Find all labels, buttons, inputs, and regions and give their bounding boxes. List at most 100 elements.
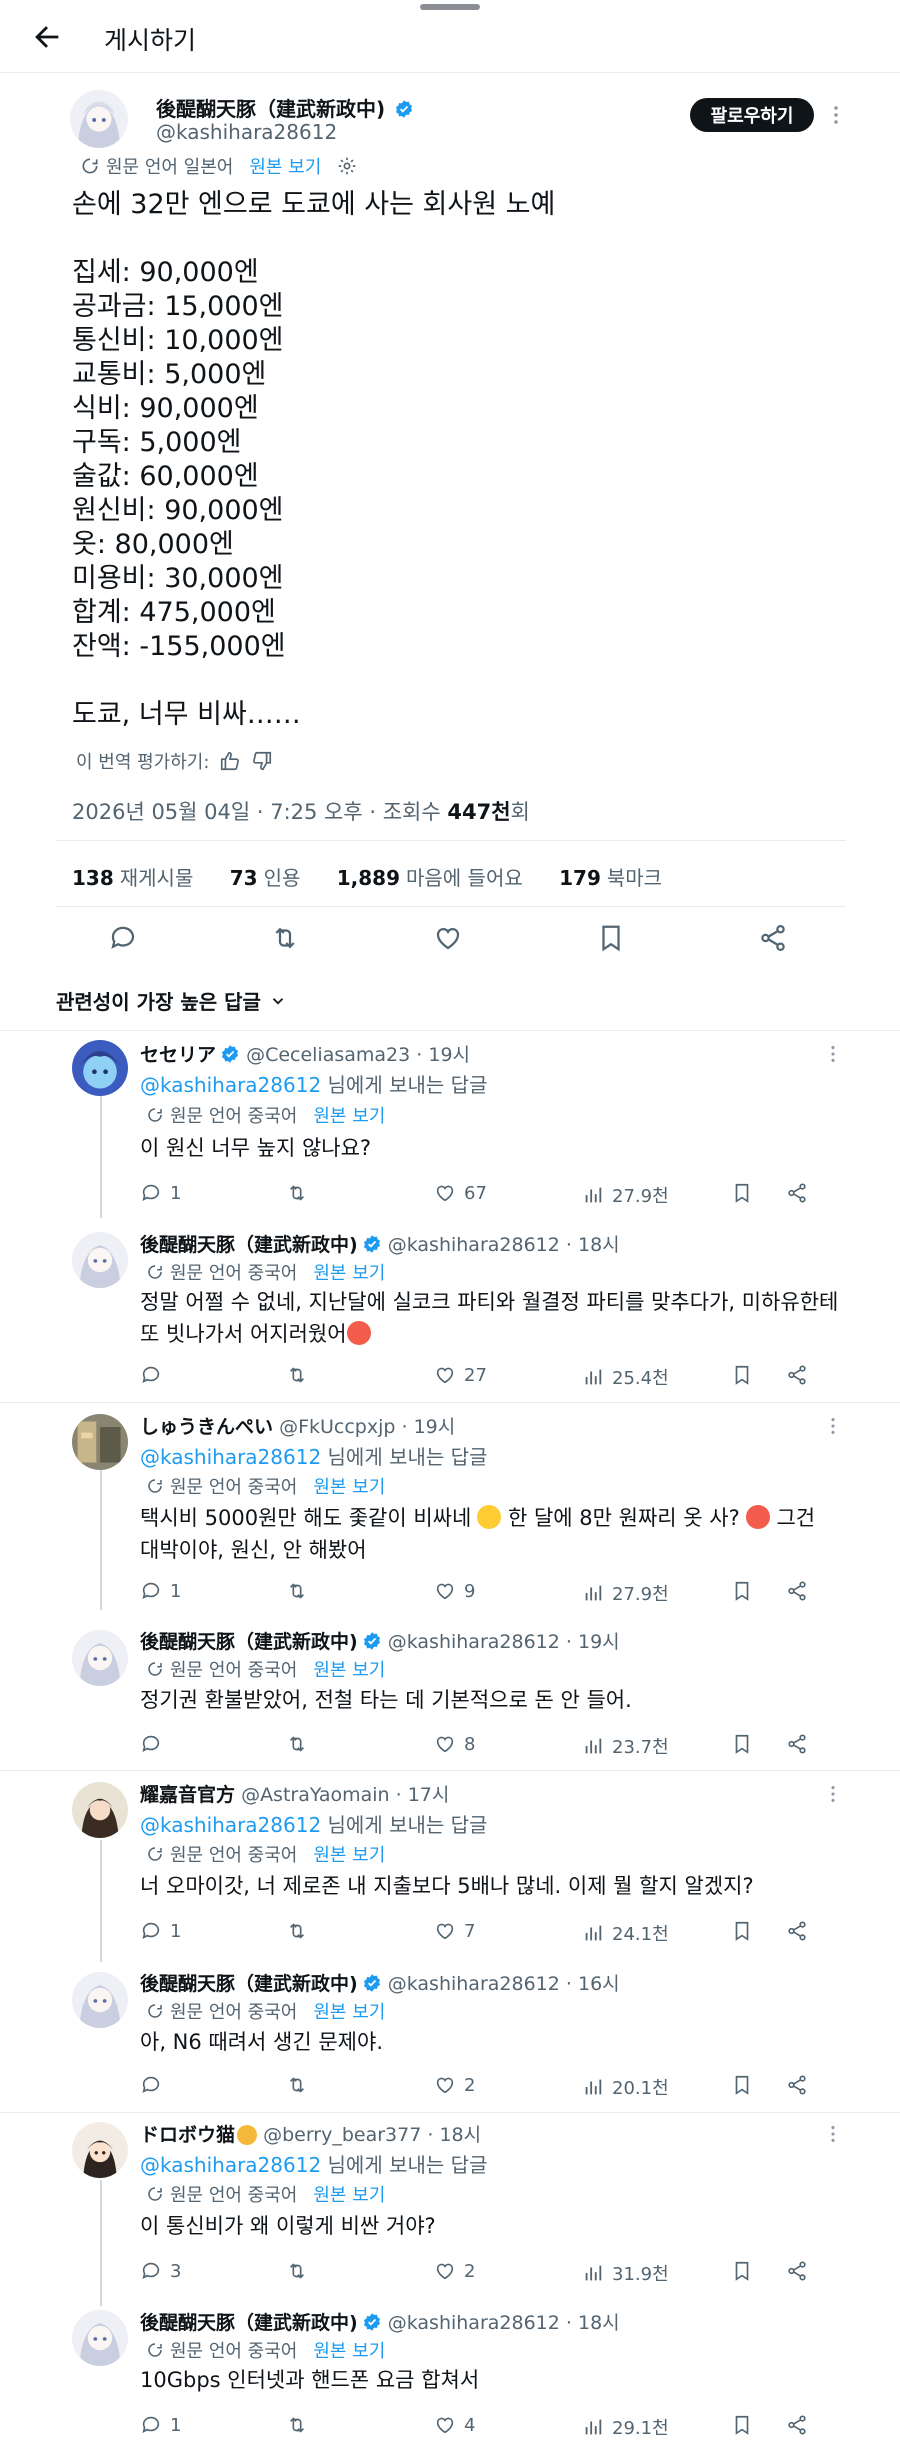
repost-action[interactable] — [286, 1733, 308, 1755]
author-handle[interactable]: @kashihara28612 — [156, 120, 337, 144]
reply-author-name[interactable]: 後醍醐天豚（建武新政中) — [140, 1234, 358, 1256]
like-action[interactable]: 7 — [434, 1920, 475, 1942]
view-original-link[interactable]: 원본 보기 — [313, 1102, 385, 1128]
reply-to-handle[interactable]: @kashihara28612 — [140, 1813, 321, 1837]
reply-action[interactable] — [140, 1733, 162, 1755]
reply-author-handle[interactable]: @Ceceliasama23 — [246, 1044, 410, 1066]
like-action[interactable]: 8 — [434, 1733, 475, 1755]
repost-action[interactable] — [286, 2074, 308, 2096]
views-action[interactable]: 25.4천 — [582, 1364, 669, 1390]
bookmark-action[interactable] — [731, 1580, 753, 1602]
share-action[interactable] — [786, 2074, 808, 2096]
reposts-stat[interactable]: 138 재게시물 — [72, 866, 193, 890]
reply-sort-dropdown[interactable]: 관련성이 가장 높은 답글 — [56, 986, 287, 1015]
reply-author-name[interactable]: 後醍醐天豚（建武新政中) — [140, 1973, 358, 1995]
view-original-link[interactable]: 원본 보기 — [313, 1841, 385, 1867]
bookmark-action[interactable] — [731, 2074, 753, 2096]
views-action[interactable]: 27.9천 — [582, 1580, 669, 1606]
views-action[interactable]: 20.1천 — [582, 2074, 669, 2100]
more-options-icon[interactable] — [822, 2123, 846, 2147]
reply-action[interactable] — [140, 2074, 162, 2096]
reply-action[interactable]: 1 — [140, 1182, 181, 1204]
reply-action[interactable]: 3 — [140, 2260, 181, 2282]
views-action[interactable]: 23.7천 — [582, 1733, 669, 1759]
share-action[interactable] — [786, 1182, 808, 1204]
reply-author-name[interactable]: しゅうきんぺい — [140, 1416, 273, 1438]
like-action[interactable]: 9 — [434, 1580, 475, 1602]
bookmark-action[interactable] — [731, 1182, 753, 1204]
bookmark-action[interactable] — [731, 1920, 753, 1942]
back-arrow-icon[interactable] — [30, 20, 64, 54]
view-original-link[interactable]: 원본 보기 — [313, 1473, 385, 1499]
settings-icon[interactable] — [337, 156, 357, 176]
repost-icon[interactable] — [270, 923, 300, 953]
more-options-icon[interactable] — [822, 1783, 846, 1807]
reply-icon[interactable] — [108, 923, 138, 953]
reply-author-handle[interactable]: @kashihara28612 — [388, 1973, 560, 1995]
share-action[interactable] — [786, 1580, 808, 1602]
share-icon[interactable] — [758, 923, 788, 953]
bookmarks-stat[interactable]: 179 북마크 — [559, 866, 662, 890]
reply-to-handle[interactable]: @kashihara28612 — [140, 1445, 321, 1469]
repost-action[interactable] — [286, 2260, 308, 2282]
share-action[interactable] — [786, 2260, 808, 2282]
avatar[interactable] — [72, 1040, 128, 1096]
repost-action[interactable] — [286, 1920, 308, 1942]
views-action[interactable]: 24.1천 — [582, 1920, 669, 1946]
view-original-link[interactable]: 원본 보기 — [313, 1656, 385, 1682]
reply-author-name[interactable]: セセリア — [140, 1044, 216, 1066]
share-action[interactable] — [786, 2414, 808, 2436]
like-action[interactable]: 2 — [434, 2074, 475, 2096]
more-options-icon[interactable] — [824, 103, 848, 127]
reply-to-handle[interactable]: @kashihara28612 — [140, 1073, 321, 1097]
quotes-stat[interactable]: 73 인용 — [230, 866, 301, 890]
avatar[interactable] — [72, 2122, 128, 2178]
follow-button[interactable]: 팔로우하기 — [690, 98, 814, 132]
view-original-link[interactable]: 원본 보기 — [249, 153, 321, 179]
reply-author-name[interactable]: 耀嘉音官方 — [140, 1784, 235, 1806]
reply-author-name[interactable]: 後醍醐天豚（建武新政中) — [140, 2312, 358, 2334]
avatar[interactable] — [72, 2310, 128, 2366]
post-author[interactable]: 後醍醐天豚（建武新政中) — [156, 93, 414, 122]
views-action[interactable]: 27.9천 — [582, 1182, 669, 1208]
avatar[interactable] — [72, 1232, 128, 1288]
likes-stat[interactable]: 1,889 마음에 들어요 — [337, 866, 523, 890]
reply-author-handle[interactable]: @kashihara28612 — [388, 2312, 560, 2334]
like-action[interactable]: 4 — [434, 2414, 475, 2436]
reply-author-handle[interactable]: @kashihara28612 — [388, 1234, 560, 1256]
view-original-link[interactable]: 원본 보기 — [313, 2337, 385, 2363]
more-options-icon[interactable] — [822, 1043, 846, 1067]
reply-action[interactable] — [140, 1364, 162, 1386]
reply-author-handle[interactable]: @berry_bear377 — [263, 2124, 421, 2146]
reply-action[interactable]: 1 — [140, 1920, 181, 1942]
avatar[interactable] — [72, 1782, 128, 1838]
bookmark-action[interactable] — [731, 1364, 753, 1386]
view-original-link[interactable]: 원본 보기 — [313, 1259, 385, 1285]
avatar[interactable] — [72, 1630, 128, 1686]
author-name[interactable]: 後醍醐天豚（建武新政中) — [156, 97, 385, 121]
like-action[interactable]: 2 — [434, 2260, 475, 2282]
repost-action[interactable] — [286, 1182, 308, 1204]
avatar[interactable] — [70, 90, 128, 148]
reply-action[interactable]: 1 — [140, 1580, 181, 1602]
thumbs-up-icon[interactable] — [219, 750, 241, 772]
drag-handle[interactable] — [420, 4, 480, 10]
bookmark-action[interactable] — [731, 2260, 753, 2282]
reply-action[interactable]: 1 — [140, 2414, 181, 2436]
views-action[interactable]: 31.9천 — [582, 2260, 669, 2286]
reply-author-name[interactable]: 後醍醐天豚（建武新政中) — [140, 1631, 358, 1653]
like-action[interactable]: 27 — [434, 1364, 487, 1386]
repost-action[interactable] — [286, 1364, 308, 1386]
avatar[interactable] — [72, 1414, 128, 1470]
thumbs-down-icon[interactable] — [251, 750, 273, 772]
like-icon[interactable] — [433, 923, 463, 953]
reply-author-handle[interactable]: @kashihara28612 — [388, 1631, 560, 1653]
bookmark-action[interactable] — [731, 2414, 753, 2436]
like-action[interactable]: 67 — [434, 1182, 487, 1204]
repost-action[interactable] — [286, 2414, 308, 2436]
reply-to-handle[interactable]: @kashihara28612 — [140, 2153, 321, 2177]
share-action[interactable] — [786, 1364, 808, 1386]
view-original-link[interactable]: 원본 보기 — [313, 2181, 385, 2207]
bookmark-icon[interactable] — [596, 923, 626, 953]
reply-author-handle[interactable]: @FkUccpxjp — [279, 1416, 395, 1438]
